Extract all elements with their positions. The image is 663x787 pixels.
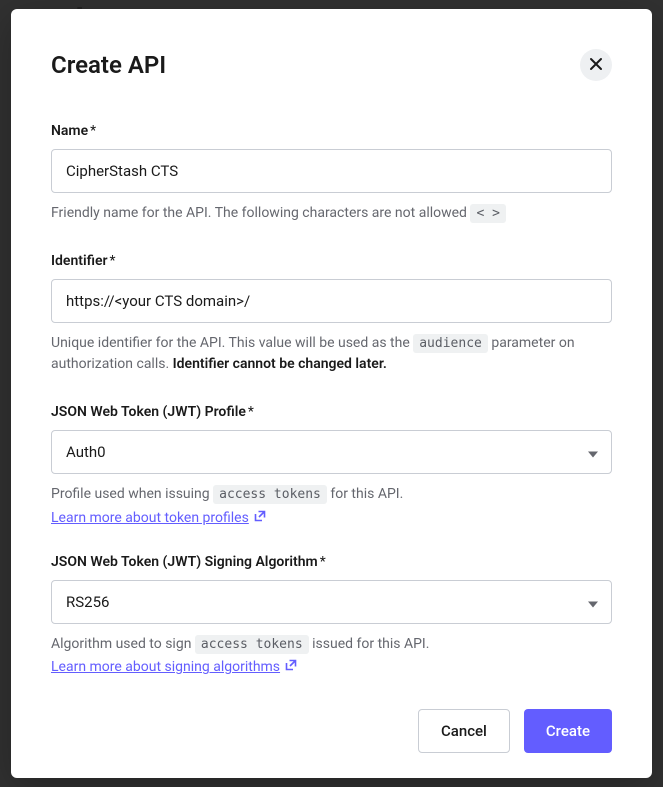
identifier-input[interactable] (51, 279, 612, 323)
field-identifier: Identifier* Unique identifier for the AP… (51, 253, 612, 376)
modal-footer: Cancel Create (51, 685, 612, 753)
jwt-profile-help: Profile used when issuing access tokens … (51, 484, 612, 506)
external-link-icon (285, 659, 297, 675)
close-button[interactable] (580, 49, 612, 81)
cancel-button[interactable]: Cancel (418, 709, 510, 753)
external-link-icon (254, 510, 266, 526)
jwt-algorithm-value: RS256 (66, 593, 109, 611)
jwt-profile-select[interactable]: Auth0 (51, 430, 612, 474)
close-icon (589, 57, 603, 74)
name-help: Friendly name for the API. The following… (51, 203, 612, 225)
create-button[interactable]: Create (524, 709, 612, 753)
field-jwt-algorithm: JSON Web Token (JWT) Signing Algorithm* … (51, 554, 612, 676)
jwt-profile-learn-more-link[interactable]: Learn more about token profiles (51, 510, 266, 526)
modal-title: Create API (51, 51, 166, 79)
create-api-modal: Create API Name* Friendly name for the A… (11, 9, 652, 778)
field-name: Name* Friendly name for the API. The fol… (51, 123, 612, 225)
field-jwt-profile: JSON Web Token (JWT) Profile* Auth0 Prof… (51, 404, 612, 526)
name-label: Name* (51, 123, 612, 139)
jwt-profile-value: Auth0 (66, 443, 106, 461)
identifier-label: Identifier* (51, 253, 612, 269)
jwt-profile-label: JSON Web Token (JWT) Profile* (51, 404, 612, 420)
identifier-help: Unique identifier for the API. This valu… (51, 333, 612, 376)
jwt-algorithm-select[interactable]: RS256 (51, 580, 612, 624)
jwt-algorithm-help: Algorithm used to sign access tokens iss… (51, 634, 612, 656)
jwt-algorithm-label: JSON Web Token (JWT) Signing Algorithm* (51, 554, 612, 570)
name-input[interactable] (51, 149, 612, 193)
modal-header: Create API (51, 49, 612, 81)
jwt-algorithm-learn-more-link[interactable]: Learn more about signing algorithms (51, 659, 297, 675)
